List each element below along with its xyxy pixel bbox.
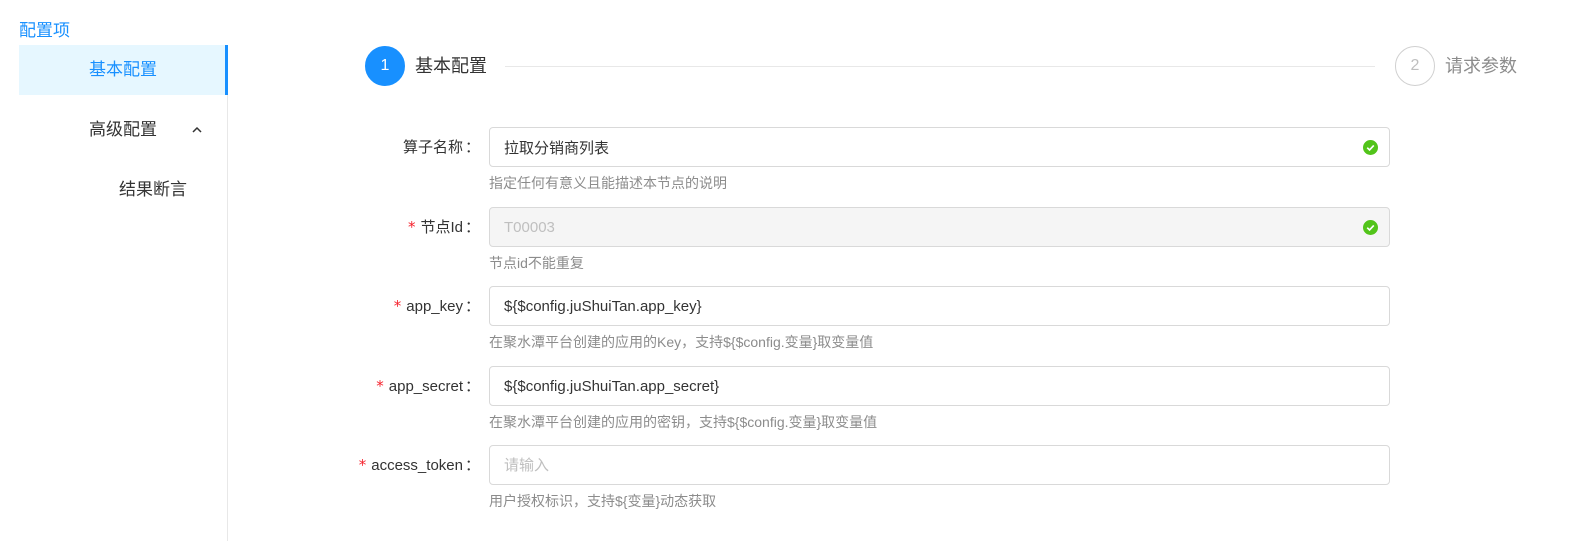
access-token-input[interactable] xyxy=(489,445,1390,485)
sidebar-item-basic-config[interactable]: 基本配置 xyxy=(19,45,228,95)
field-label-colon: ： xyxy=(464,378,480,395)
field-label-app-key: * app_key： xyxy=(394,286,480,327)
field-label-operator-name: 算子名称： xyxy=(398,127,480,168)
field-label-colon: ： xyxy=(464,139,480,156)
field-label-text: 算子名称 xyxy=(402,139,463,156)
app-key-input[interactable] xyxy=(489,286,1390,326)
field-label-node-id: * 节点Id： xyxy=(408,207,480,248)
step-2-title[interactable]: 请求参数 xyxy=(1445,46,1517,86)
sidebar-menu: 基本配置 高级配置 结果断言 xyxy=(19,45,228,541)
required-mark: * xyxy=(393,297,402,315)
app-secret-help: 在聚水潭平台创建的应用的密钥，支持${$config.变量}取变量值 xyxy=(489,414,878,430)
field-label-text: access_token xyxy=(371,457,463,474)
field-label-text: app_key xyxy=(406,298,463,315)
sidebar-item-result-assertion[interactable]: 结果断言 xyxy=(19,165,227,215)
field-label-text: app_secret xyxy=(388,378,463,395)
required-mark: * xyxy=(407,218,416,236)
access-token-help: 用户授权标识，支持${变量}动态获取 xyxy=(489,493,717,509)
node-id-input[interactable] xyxy=(489,207,1390,247)
step-connector xyxy=(505,66,1375,67)
field-label-colon: ： xyxy=(464,457,480,474)
field-label-app-secret: * app_secret： xyxy=(376,366,480,407)
step-2-number[interactable]: 2 xyxy=(1395,46,1435,86)
sidebar-title: 配置项 xyxy=(19,21,70,40)
check-circle-icon xyxy=(1363,220,1378,235)
step-1-number[interactable]: 1 xyxy=(365,46,405,86)
field-label-colon: ： xyxy=(464,219,480,236)
check-circle-icon xyxy=(1363,140,1378,155)
steps-bar: 1 基本配置 2 请求参数 xyxy=(365,46,1517,86)
field-label-text: 节点Id xyxy=(420,219,463,236)
operator-name-input[interactable] xyxy=(489,127,1390,167)
sidebar-item-advanced-config[interactable]: 高级配置 xyxy=(19,105,227,155)
step-1-title[interactable]: 基本配置 xyxy=(415,46,487,86)
sidebar-item-label: 高级配置 xyxy=(89,120,157,139)
app-key-help: 在聚水潭平台创建的应用的Key，支持${$config.变量}取变量值 xyxy=(489,334,874,350)
chevron-up-icon[interactable] xyxy=(191,124,203,136)
field-label-access-token: * access_token： xyxy=(359,445,480,486)
app-secret-input[interactable] xyxy=(489,366,1390,406)
node-id-help: 节点id不能重复 xyxy=(489,255,584,271)
field-label-colon: ： xyxy=(464,298,480,315)
operator-name-help: 指定任何有意义且能描述本节点的说明 xyxy=(489,175,727,191)
required-mark: * xyxy=(376,377,384,395)
required-mark: * xyxy=(358,456,367,474)
